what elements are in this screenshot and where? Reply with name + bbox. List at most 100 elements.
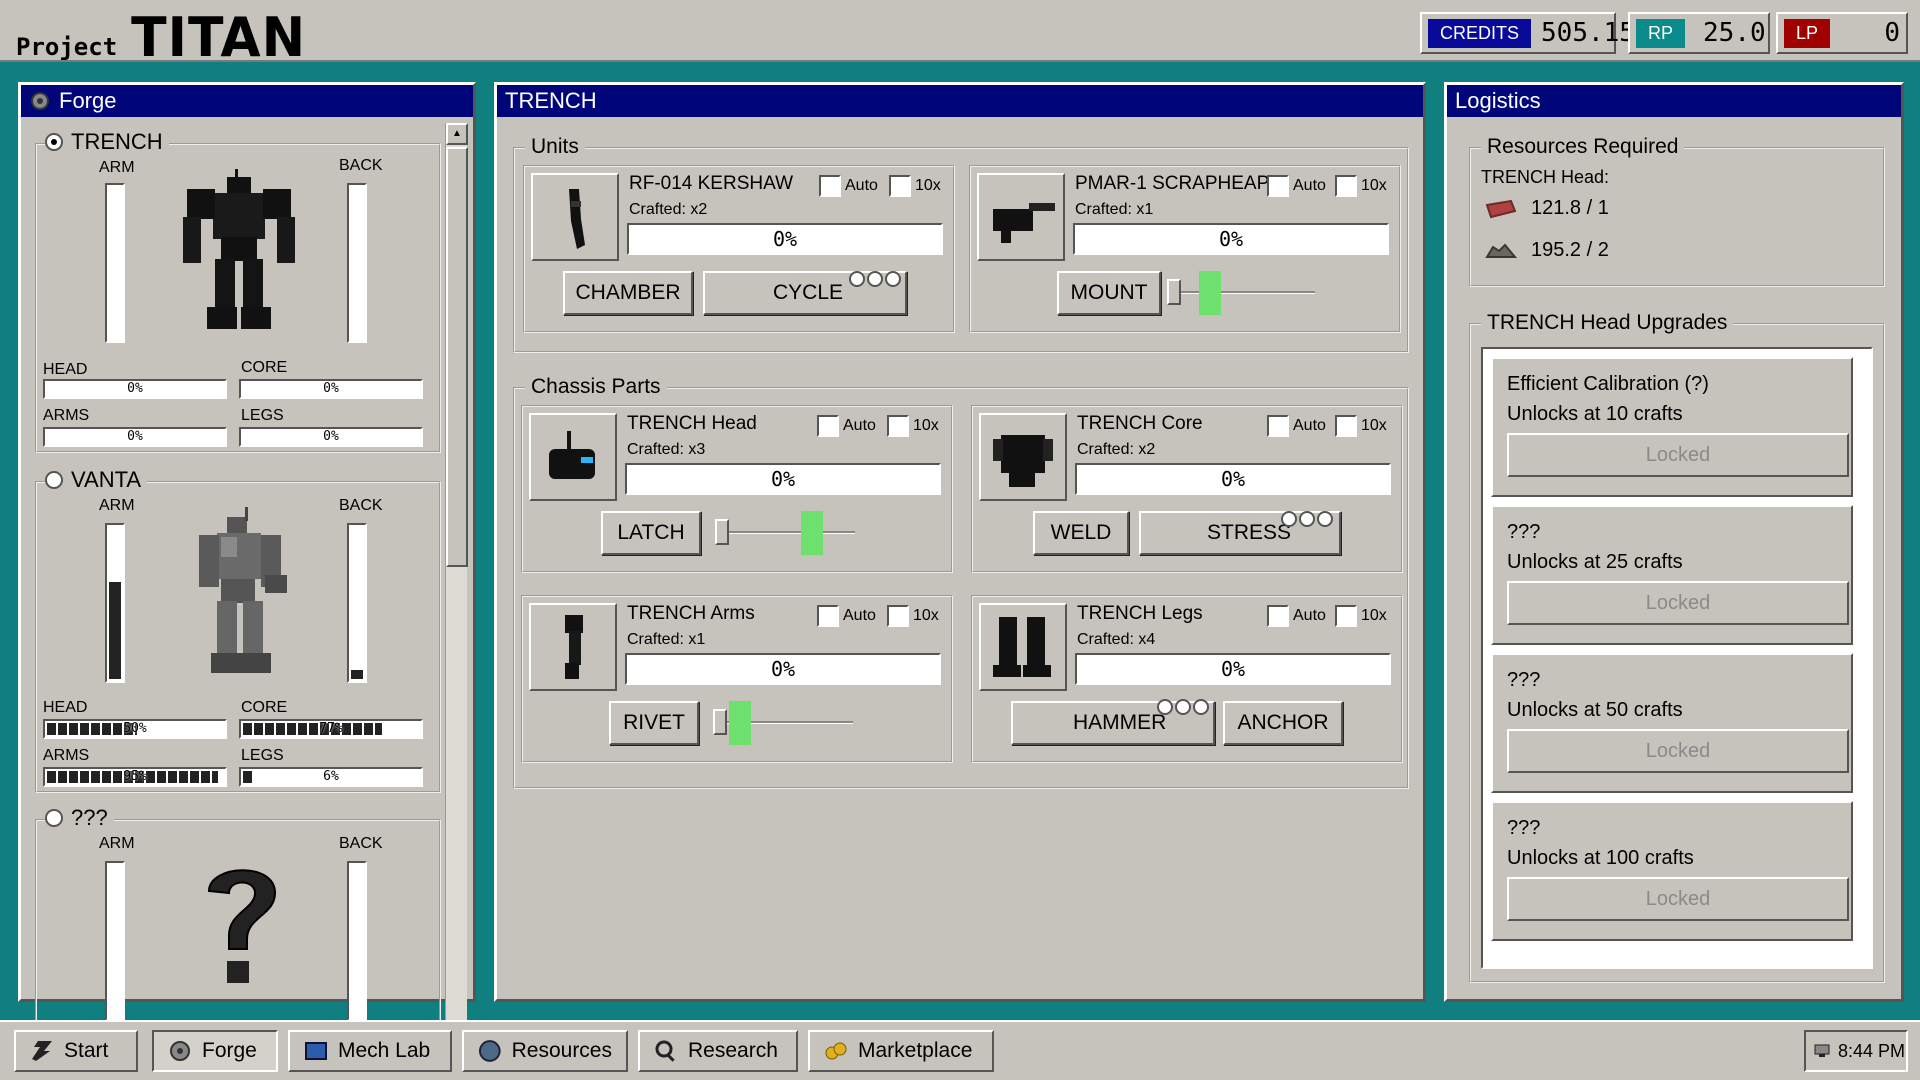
auto-checkbox[interactable]: Auto	[1267, 605, 1326, 627]
scroll-up-icon[interactable]: ▲	[446, 123, 468, 145]
item-progress-bar: 0%	[1073, 223, 1389, 255]
auto-checkbox[interactable]: Auto	[817, 415, 876, 437]
checkbox-box[interactable]	[889, 175, 911, 197]
credits-display: CREDITS 505.15	[1420, 12, 1635, 54]
weld-button[interactable]: WELD	[1033, 511, 1129, 555]
forge-titlebar: Forge	[21, 85, 473, 117]
logistics-title: Logistics	[1455, 88, 1541, 113]
mech-card-unknown[interactable]: ??? ARM BACK	[35, 805, 441, 1059]
rivet-timing-slider[interactable]	[713, 701, 853, 745]
upgrade-title: ???	[1507, 521, 1541, 543]
item-progress-bar: 0%	[1075, 463, 1391, 495]
x10-checkbox[interactable]: 10x	[1335, 175, 1387, 197]
forge-scrollbar[interactable]: ▲ ▼	[445, 123, 468, 1079]
auto-checkbox[interactable]: Auto	[1267, 415, 1326, 437]
mech-radio-trench[interactable]: TRENCH	[45, 129, 169, 155]
x10-checkbox[interactable]: 10x	[887, 605, 939, 627]
checkbox-box[interactable]	[1267, 175, 1289, 197]
checkbox-box[interactable]	[887, 415, 909, 437]
radio-unselected-icon[interactable]	[45, 471, 63, 489]
scroll-thumb[interactable]	[446, 147, 468, 567]
head-progress: 50%	[43, 719, 227, 739]
checkbox-box[interactable]	[1335, 605, 1357, 627]
anchor-button[interactable]: ANCHOR	[1223, 701, 1343, 745]
rifle-icon	[531, 173, 619, 261]
rp-display: RP 25.0	[1628, 12, 1770, 54]
mech-radio-vanta[interactable]: VANTA	[45, 467, 148, 493]
auto-checkbox[interactable]: Auto	[817, 605, 876, 627]
mech-card-vanta[interactable]: VANTA ARM BACK HEAD CORE 50% 77% ARMS LE…	[35, 467, 441, 807]
mount-timing-slider[interactable]	[1167, 271, 1315, 315]
arm-level-bar	[105, 183, 125, 343]
slider-knob[interactable]	[713, 709, 727, 735]
chassis-legend: Chassis Parts	[525, 375, 667, 399]
x10-checkbox[interactable]: 10x	[1335, 605, 1387, 627]
resources-required-group: Resources Required TRENCH Head: 121.8 / …	[1469, 135, 1885, 287]
mount-button[interactable]: MOUNT	[1057, 271, 1161, 315]
checkbox-box[interactable]	[817, 415, 839, 437]
globe-icon	[478, 1040, 501, 1062]
item-crafted-count: Crafted: x4	[1077, 631, 1156, 648]
craft-card-trench-arms: TRENCH Arms Crafted: x1 Auto 10x 0% RIVE…	[521, 595, 953, 763]
mech-radio-unknown[interactable]: ???	[45, 805, 114, 831]
slider-knob[interactable]	[715, 519, 729, 545]
auto-label: Auto	[845, 177, 878, 194]
checkbox-box[interactable]	[887, 605, 909, 627]
checkbox-box[interactable]	[1267, 415, 1289, 437]
rivet-button[interactable]: RIVET	[609, 701, 699, 745]
legs-progress-text: 6%	[323, 769, 339, 784]
item-progress-bar: 0%	[625, 463, 941, 495]
checkbox-box[interactable]	[819, 175, 841, 197]
taskbar-resources[interactable]: Resources	[462, 1030, 628, 1072]
arm-level-bar	[105, 523, 125, 683]
item-crafted-count: Crafted: x2	[1077, 441, 1156, 458]
taskbar-marketplace[interactable]: Marketplace	[808, 1030, 994, 1072]
upgrade-unlock-text: Unlocks at 25 crafts	[1507, 551, 1683, 573]
chassis-parts-group: Chassis Parts TRENCH Head Crafted: x3 Au…	[513, 375, 1409, 789]
scrap-pile-icon	[1485, 243, 1517, 258]
taskbar-research[interactable]: Research	[638, 1030, 798, 1072]
checkbox-box[interactable]	[1335, 415, 1357, 437]
taskbar-label: Forge	[202, 1039, 257, 1062]
trench-titlebar: TRENCH	[497, 85, 1423, 117]
checkbox-box[interactable]	[817, 605, 839, 627]
slider-target-zone	[801, 511, 823, 555]
x10-checkbox[interactable]: 10x	[889, 175, 941, 197]
back-level-fill	[351, 669, 363, 679]
locked-button[interactable]: Locked	[1507, 581, 1849, 625]
auto-label: Auto	[1293, 417, 1326, 434]
start-button[interactable]: Start	[14, 1030, 138, 1072]
credits-label: CREDITS	[1428, 18, 1532, 48]
coins-icon	[825, 1042, 847, 1060]
slider-knob[interactable]	[1167, 279, 1181, 305]
locked-button[interactable]: Locked	[1507, 433, 1849, 477]
auto-label: Auto	[843, 607, 876, 624]
auto-checkbox[interactable]: Auto	[1267, 175, 1326, 197]
arms-label: ARMS	[43, 407, 90, 424]
lp-label: LP	[1784, 18, 1831, 48]
locked-button[interactable]: Locked	[1507, 877, 1849, 921]
checkbox-box[interactable]	[1267, 605, 1289, 627]
taskbar-forge[interactable]: Forge	[152, 1030, 278, 1072]
latch-timing-slider[interactable]	[715, 511, 855, 555]
chamber-button[interactable]: CHAMBER	[563, 271, 693, 315]
item-name: RF-014 KERSHAW	[629, 173, 793, 194]
x10-checkbox[interactable]: 10x	[887, 415, 939, 437]
taskbar-mech-lab[interactable]: Mech Lab	[288, 1030, 452, 1072]
latch-button[interactable]: LATCH	[601, 511, 701, 555]
locked-button[interactable]: Locked	[1507, 729, 1849, 773]
core-progress: 77%	[239, 719, 423, 739]
stress-label: STRESS	[1207, 521, 1292, 544]
craft-card-trench-legs: TRENCH Legs Crafted: x4 Auto 10x 0% HAMM…	[971, 595, 1403, 763]
craft-card-kershaw: RF-014 KERSHAW Crafted: x2 Auto 10x 0% C…	[523, 165, 955, 333]
checkbox-box[interactable]	[1335, 175, 1357, 197]
head-progress: 0%	[43, 379, 227, 399]
x10-checkbox[interactable]: 10x	[1335, 415, 1387, 437]
radio-selected-icon[interactable]	[45, 133, 63, 151]
arm-level-bar	[105, 861, 125, 1021]
upgrade-card: ??? Unlocks at 50 crafts Locked	[1491, 653, 1853, 793]
mech-card-trench[interactable]: TRENCH ARM BACK HEAD CORE 0% 0% ARMS LEG…	[35, 129, 441, 469]
auto-checkbox[interactable]: Auto	[819, 175, 878, 197]
legs-label: LEGS	[241, 407, 284, 424]
radio-unselected-icon[interactable]	[45, 809, 63, 827]
